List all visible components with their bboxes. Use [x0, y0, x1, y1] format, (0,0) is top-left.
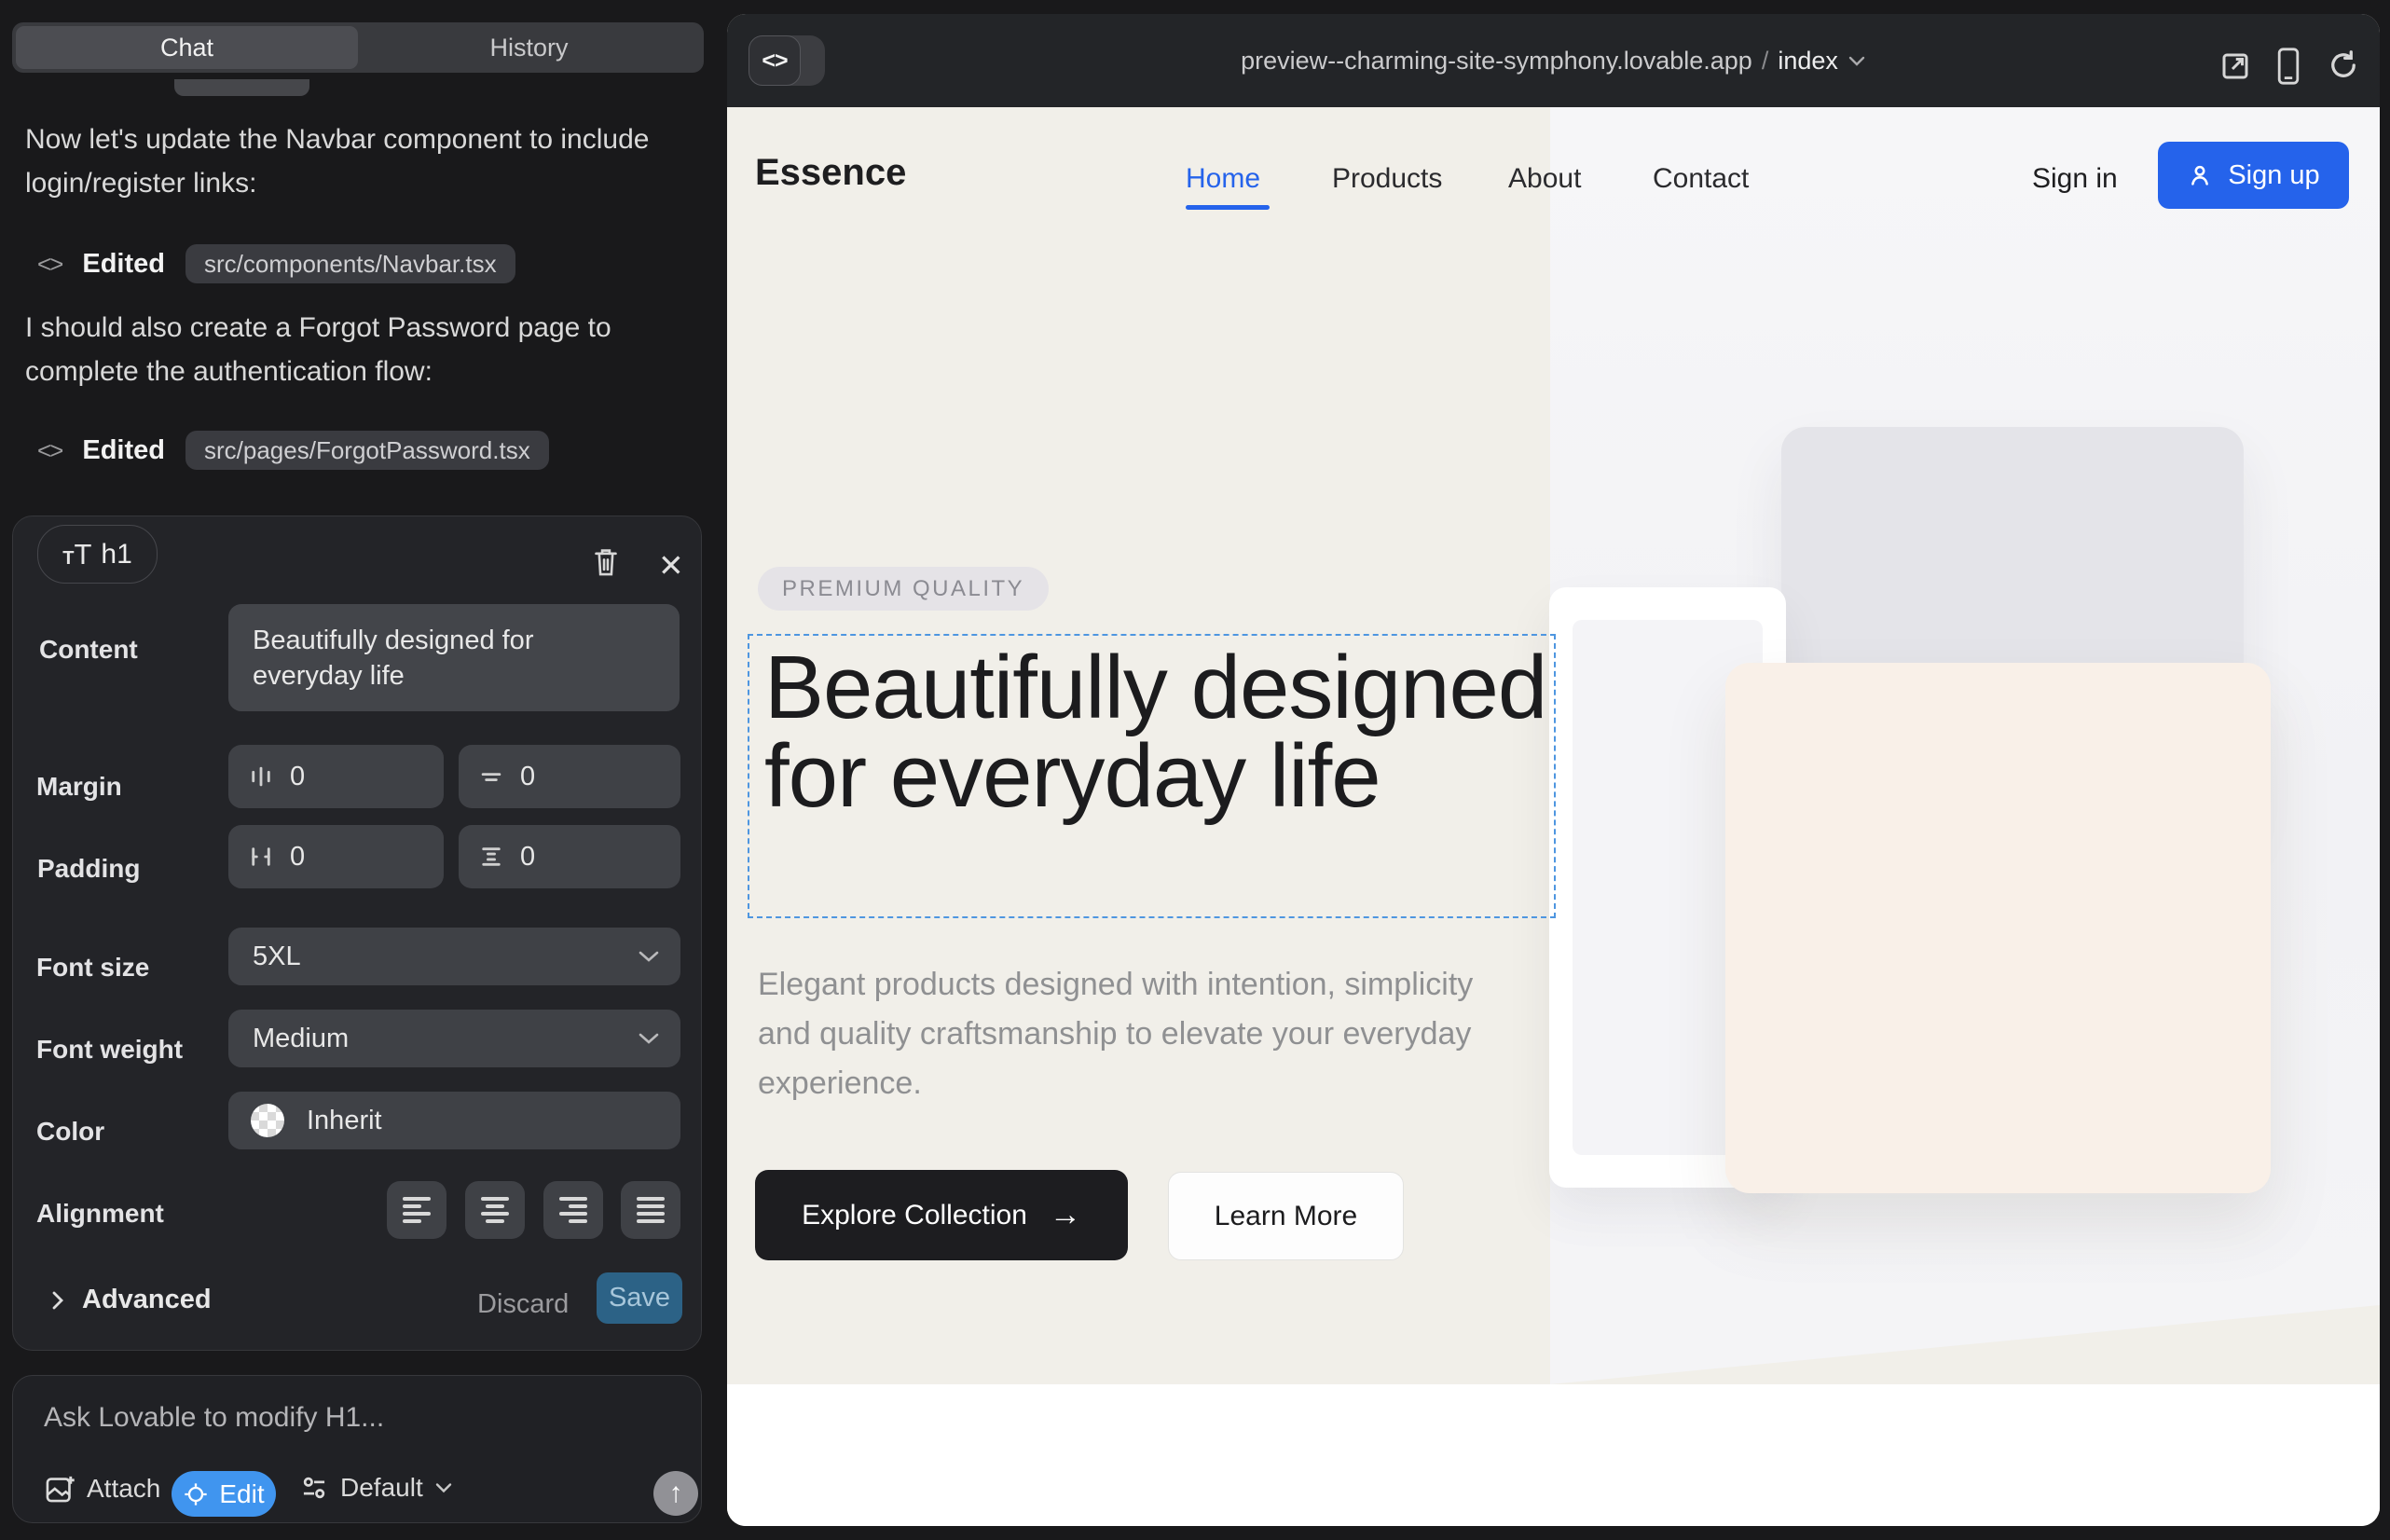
explore-collection-button[interactable]: Explore Collection →	[755, 1170, 1128, 1260]
margin-y-icon	[479, 764, 503, 789]
save-button[interactable]: Save	[597, 1272, 682, 1324]
padding-label: Padding	[37, 854, 140, 884]
transparency-swatch	[251, 1104, 284, 1137]
composer-placeholder[interactable]: Ask Lovable to modify H1...	[44, 1402, 384, 1434]
align-center-button[interactable]	[465, 1181, 525, 1239]
nav-link-products[interactable]: Products	[1332, 163, 1442, 195]
attach-button[interactable]: Attach	[44, 1473, 160, 1505]
font-weight-select[interactable]: Medium	[228, 1010, 680, 1067]
url-host: preview--charming-site-symphony.lovable.…	[1241, 47, 1752, 76]
align-left-button[interactable]	[387, 1181, 446, 1239]
chevron-down-icon	[1847, 55, 1866, 67]
typography-icon: TT	[62, 538, 91, 571]
mobile-view-icon[interactable]	[2276, 47, 2301, 86]
site-canvas: Essence Home Products About Contact Sign…	[727, 107, 2380, 1526]
chat-composer[interactable]: Ask Lovable to modify H1... Attach Edit …	[12, 1375, 702, 1523]
user-icon	[2187, 162, 2213, 188]
color-select[interactable]: Inherit	[228, 1092, 680, 1149]
tab-chat[interactable]: Chat	[16, 26, 358, 69]
content-input[interactable]: Beautifully designed for everyday life	[228, 604, 680, 711]
chat-message: I should also create a Forgot Password p…	[25, 306, 678, 393]
align-justify-button[interactable]	[621, 1181, 680, 1239]
hero-headline[interactable]: Beautifully designed for everyday life	[764, 643, 1547, 820]
edited-label: Edited	[82, 435, 165, 466]
alignment-label: Alignment	[36, 1199, 164, 1229]
code-icon: <>	[37, 436, 62, 465]
margin-y-input[interactable]: 0	[459, 745, 680, 808]
padding-y-input[interactable]: 0	[459, 825, 680, 888]
arrow-right-icon: →	[1050, 1197, 1081, 1233]
chevron-down-icon	[638, 950, 660, 963]
discard-button[interactable]: Discard	[477, 1289, 569, 1320]
hero-paragraph: Elegant products designed with intention…	[758, 960, 1504, 1108]
align-center-icon	[481, 1197, 509, 1223]
element-editor-panel: TT h1 ✕ Content Beautifully designed for…	[12, 516, 702, 1351]
sliders-icon	[299, 1473, 329, 1503]
padding-x-icon	[249, 845, 273, 869]
edited-row: <> Edited src/pages/ForgotPassword.tsx	[37, 431, 549, 470]
margin-x-input[interactable]: 0	[228, 745, 444, 808]
delete-icon[interactable]	[591, 546, 621, 578]
sign-in-link[interactable]: Sign in	[2032, 163, 2118, 195]
align-left-icon	[403, 1197, 431, 1223]
chat-message: Now let's update the Navbar component to…	[25, 117, 678, 205]
target-icon	[183, 1481, 209, 1507]
element-tag: h1	[101, 539, 131, 571]
truncated-file-badge	[174, 79, 309, 96]
selected-element-badge: TT h1	[37, 525, 158, 584]
chevron-right-icon	[50, 1289, 65, 1312]
font-weight-label: Font weight	[36, 1035, 183, 1065]
chevron-down-icon	[434, 1482, 453, 1493]
arrow-up-icon: ↑	[669, 1479, 683, 1507]
align-right-icon	[559, 1197, 587, 1223]
font-size-label: Font size	[36, 953, 149, 983]
url-separator: /	[1762, 47, 1769, 76]
send-button[interactable]: ↑	[653, 1471, 698, 1516]
advanced-toggle[interactable]: Advanced	[50, 1285, 212, 1315]
padding-x-input[interactable]: 0	[228, 825, 444, 888]
site-lower-section	[727, 1384, 2380, 1526]
attach-image-icon	[44, 1473, 76, 1505]
learn-more-button[interactable]: Learn More	[1168, 1172, 1404, 1260]
nav-active-underline	[1186, 205, 1270, 210]
refresh-icon[interactable]	[2327, 48, 2360, 82]
edited-row: <> Edited src/components/Navbar.tsx	[37, 244, 515, 283]
sign-up-button[interactable]: Sign up	[2158, 142, 2349, 209]
preview-window: <> preview--charming-site-symphony.lovab…	[727, 14, 2380, 1526]
align-right-button[interactable]	[543, 1181, 603, 1239]
open-external-icon[interactable]	[2218, 49, 2252, 83]
margin-x-icon	[249, 764, 273, 789]
url-bar[interactable]: preview--charming-site-symphony.lovable.…	[727, 14, 2380, 107]
url-page: index	[1778, 47, 1838, 76]
code-icon: <>	[37, 250, 62, 279]
nav-link-contact[interactable]: Contact	[1653, 163, 1749, 195]
nav-link-home[interactable]: Home	[1186, 163, 1260, 195]
margin-label: Margin	[36, 772, 122, 802]
edit-mode-button[interactable]: Edit	[172, 1471, 276, 1517]
padding-y-icon	[479, 845, 503, 869]
chevron-down-icon	[638, 1032, 660, 1045]
nav-link-about[interactable]: About	[1508, 163, 1581, 195]
color-label: Color	[36, 1117, 104, 1147]
align-justify-icon	[637, 1197, 665, 1223]
site-logo[interactable]: Essence	[755, 152, 906, 194]
decor-card-cream	[1725, 663, 2271, 1193]
hero-badge: PREMIUM QUALITY	[758, 567, 1049, 611]
tab-history[interactable]: History	[358, 26, 700, 69]
file-badge[interactable]: src/components/Navbar.tsx	[185, 244, 515, 283]
close-icon[interactable]: ✕	[658, 547, 684, 584]
edited-label: Edited	[82, 249, 165, 280]
file-badge[interactable]: src/pages/ForgotPassword.tsx	[185, 431, 549, 470]
content-label: Content	[39, 635, 138, 665]
mode-select[interactable]: Default	[299, 1473, 453, 1503]
font-size-select[interactable]: 5XL	[228, 928, 680, 985]
